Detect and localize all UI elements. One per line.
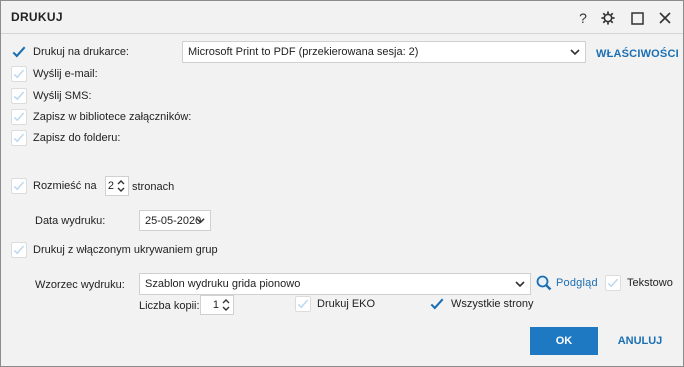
- all-pages-checkbox[interactable]: [429, 296, 445, 312]
- print-date-picker[interactable]: 25-05-2020: [139, 210, 211, 231]
- option-distribute-pages[interactable]: Rozmieść na: [11, 178, 97, 194]
- spinner-arrows-icon[interactable]: [116, 179, 126, 193]
- title-bar: DRUKUJ ?: [1, 1, 683, 34]
- checkmark-icon: [12, 46, 26, 58]
- option-send-email[interactable]: Wyślij e-mail:: [11, 66, 98, 82]
- checkmark-icon: [13, 112, 25, 122]
- close-button[interactable]: [654, 7, 676, 29]
- copies-stepper[interactable]: 1: [200, 295, 234, 315]
- pages-count-value: 2: [107, 180, 114, 192]
- close-icon: [659, 12, 671, 24]
- eko-label: Drukuj EKO: [317, 298, 376, 310]
- maximize-icon: [630, 11, 644, 25]
- preview-label: Podgląd: [556, 277, 598, 289]
- settings-button[interactable]: [597, 7, 619, 29]
- gear-icon: [601, 11, 615, 25]
- checkmark-icon: [607, 278, 619, 288]
- option-all-pages[interactable]: Wszystkie strony: [429, 296, 534, 312]
- text-mode-checkbox[interactable]: [605, 275, 621, 291]
- chevron-down-icon: [196, 218, 205, 224]
- print-to-printer-label: Drukuj na drukarce:: [33, 46, 129, 58]
- option-save-to-attachments[interactable]: Zapisz w bibliotece załączników:: [11, 109, 191, 125]
- send-sms-label: Wyślij SMS:: [33, 90, 92, 102]
- option-send-sms[interactable]: Wyślij SMS:: [11, 88, 92, 104]
- save-to-folder-checkbox[interactable]: [11, 130, 27, 146]
- magnifier-icon: [536, 275, 552, 291]
- option-hidden-groups[interactable]: Drukuj z włączonym ukrywaniem grup: [11, 242, 218, 258]
- printer-select[interactable]: Microsoft Print to PDF (przekierowana se…: [182, 41, 586, 63]
- checkmark-icon: [13, 91, 25, 101]
- copies-value: 1: [212, 299, 219, 311]
- save-to-attachments-label: Zapisz w bibliotece załączników:: [33, 111, 192, 123]
- text-mode-label: Tekstowo: [627, 277, 673, 289]
- maximize-button[interactable]: [626, 7, 648, 29]
- spinner-arrows-icon[interactable]: [221, 298, 231, 312]
- printer-select-value: Microsoft Print to PDF (przekierowana se…: [188, 46, 419, 58]
- print-dialog: DRUKUJ ? Drukuj na drukarce: Microsoft P…: [0, 0, 684, 367]
- checkmark-icon: [13, 181, 25, 191]
- eko-checkbox[interactable]: [295, 296, 311, 312]
- save-to-folder-label: Zapisz do folderu:: [33, 132, 121, 144]
- cancel-button[interactable]: ANULUJ: [607, 327, 673, 355]
- copies-label: Liczba kopii:: [139, 300, 200, 312]
- checkmark-icon: [297, 299, 309, 309]
- help-button[interactable]: ?: [572, 7, 594, 29]
- print-date-value: 25-05-2020: [145, 214, 202, 227]
- send-sms-checkbox[interactable]: [11, 88, 27, 104]
- option-eko[interactable]: Drukuj EKO: [295, 296, 375, 312]
- chevron-down-icon: [570, 49, 580, 56]
- print-date-label: Data wydruku:: [35, 215, 106, 227]
- checkmark-icon: [430, 298, 444, 310]
- dialog-title: DRUKUJ: [11, 10, 63, 24]
- option-save-to-folder[interactable]: Zapisz do folderu:: [11, 130, 120, 146]
- chevron-down-icon: [515, 281, 525, 288]
- send-email-checkbox[interactable]: [11, 66, 27, 82]
- checkmark-icon: [13, 133, 25, 143]
- hidden-groups-checkbox[interactable]: [11, 242, 27, 258]
- distribute-pages-suffix: stronach: [132, 181, 175, 193]
- template-select[interactable]: Szablon wydruku grida pionowo: [139, 273, 531, 295]
- distribute-pages-checkbox[interactable]: [11, 178, 27, 194]
- send-email-label: Wyślij e-mail:: [33, 68, 98, 80]
- checkmark-icon: [13, 245, 25, 255]
- print-to-printer-checkbox[interactable]: [11, 44, 27, 60]
- ok-button[interactable]: OK: [530, 327, 598, 355]
- template-label: Wzorzec wydruku:: [35, 279, 125, 291]
- pages-count-stepper[interactable]: 2: [105, 176, 129, 196]
- checkmark-icon: [13, 69, 25, 79]
- template-select-value: Szablon wydruku grida pionowo: [145, 278, 301, 290]
- help-icon: ?: [579, 10, 587, 26]
- option-print-to-printer[interactable]: Drukuj na drukarce:: [11, 44, 129, 60]
- preview-link[interactable]: Podgląd: [536, 275, 598, 291]
- all-pages-label: Wszystkie strony: [451, 298, 534, 310]
- hidden-groups-label: Drukuj z włączonym ukrywaniem grup: [33, 244, 218, 256]
- option-text-mode[interactable]: Tekstowo: [605, 275, 673, 291]
- distribute-pages-label: Rozmieść na: [33, 180, 97, 192]
- printer-properties-link[interactable]: WŁAŚCIWOŚCI: [596, 48, 679, 60]
- save-to-attachments-checkbox[interactable]: [11, 109, 27, 125]
